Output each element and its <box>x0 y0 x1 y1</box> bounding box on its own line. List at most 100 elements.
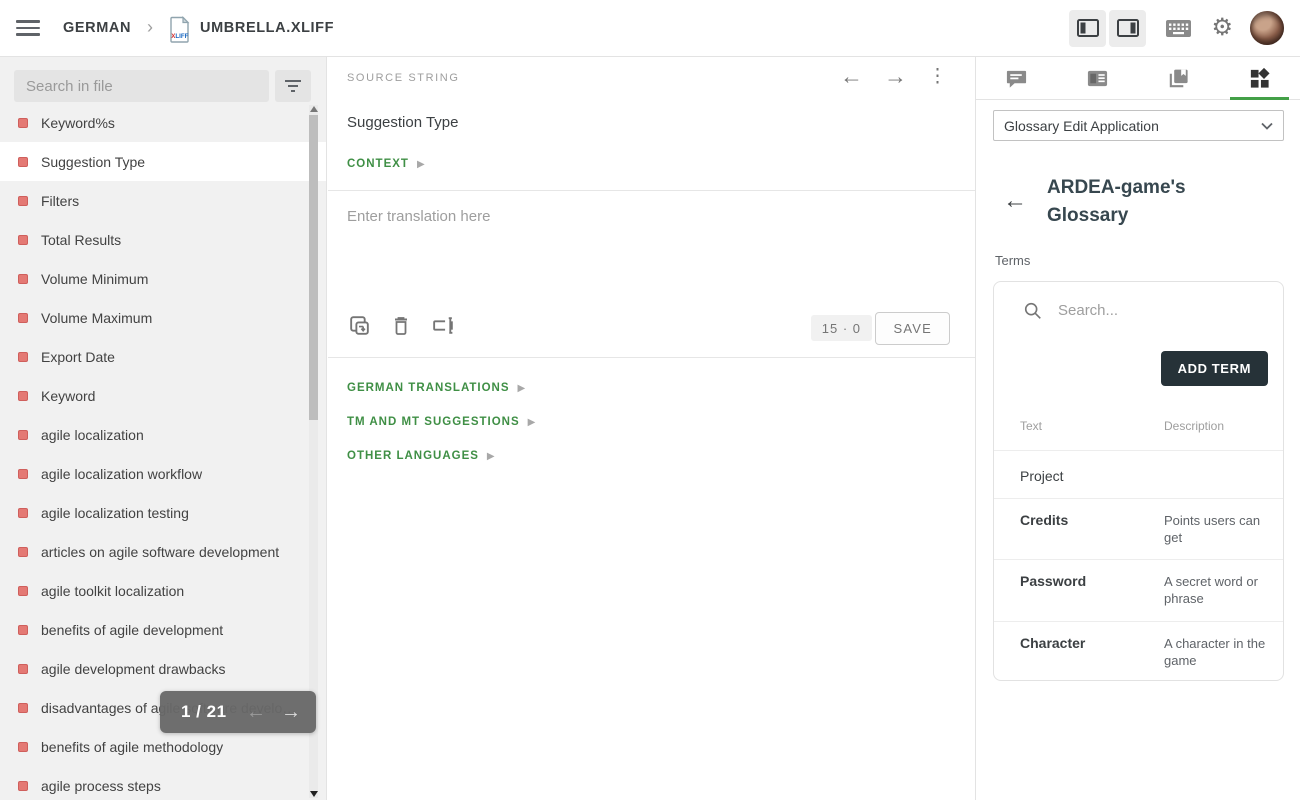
toggle-right-panel-button[interactable] <box>1109 10 1146 47</box>
copy-source-icon <box>347 313 372 338</box>
segment-item[interactable]: agile localization testing <box>0 493 326 532</box>
segment-status-icon <box>18 781 28 791</box>
segment-status-icon <box>18 508 28 518</box>
glossary-term-description: A character in the game <box>1164 635 1274 669</box>
glossary-panel: Glossary Edit Application ← ARDEA-game's… <box>975 57 1300 800</box>
segment-item[interactable]: Total Results <box>0 220 326 259</box>
segment-label: agile development drawbacks <box>41 661 251 677</box>
search-in-file-input[interactable] <box>14 70 269 102</box>
divider <box>328 190 975 191</box>
segment-item[interactable]: agile toolkit localization <box>0 571 326 610</box>
context-toggle[interactable]: CONTEXT ▶ <box>347 158 425 170</box>
source-string-label: SOURCE STRING <box>347 72 459 84</box>
scroll-down-icon[interactable] <box>310 791 318 797</box>
rename-field-button[interactable] <box>430 313 456 338</box>
segment-item[interactable]: agile localization workflow <box>0 454 326 493</box>
segment-item[interactable]: articles on agile software development <box>0 532 326 571</box>
expand-marker-icon: ▶ <box>487 451 495 462</box>
segment-label: benefits of agile development <box>41 622 249 638</box>
filter-button[interactable] <box>275 70 311 102</box>
previous-page-icon[interactable]: ← <box>246 701 266 724</box>
column-header-text: Text <box>1020 419 1042 433</box>
translation-placeholder[interactable]: Enter translation here <box>347 208 490 225</box>
comment-icon <box>1005 67 1028 90</box>
scroll-up-icon[interactable] <box>310 106 318 112</box>
breadcrumb-chevron-icon: › <box>147 17 153 38</box>
settings-gear-icon[interactable]: ⚙ <box>1211 16 1233 40</box>
segment-label: Keyword%s <box>41 115 141 131</box>
terms-label: Terms <box>995 253 1030 268</box>
more-options-icon[interactable]: ⋮ <box>928 65 947 88</box>
section-toggle[interactable]: TM AND MT SUGGESTIONS ▶ <box>347 405 535 439</box>
segment-item[interactable]: Suggestion Type <box>0 142 326 181</box>
search-icon <box>1023 301 1043 321</box>
reader-card-icon <box>1086 67 1109 90</box>
tab-segment-info[interactable] <box>1057 57 1138 99</box>
segment-item[interactable]: agile localization <box>0 415 326 454</box>
segment-label: Total Results <box>41 232 147 248</box>
glossary-term-description: A secret word or phrase <box>1164 573 1274 607</box>
segment-item[interactable]: Volume Minimum <box>0 259 326 298</box>
segment-status-icon <box>18 274 28 284</box>
glossary-back-icon[interactable]: ← <box>1003 187 1027 215</box>
segment-item[interactable]: agile process steps <box>0 766 326 800</box>
segment-status-icon <box>18 313 28 323</box>
segment-status-icon <box>18 352 28 362</box>
toggle-left-panel-button[interactable] <box>1069 10 1106 47</box>
segment-item[interactable]: Keyword%s <box>0 103 326 142</box>
copy-source-button[interactable] <box>347 313 372 338</box>
breadcrumb-language[interactable]: GERMAN <box>63 20 131 36</box>
collections-bookmark-icon <box>1167 67 1190 90</box>
section-toggle[interactable]: OTHER LANGUAGES ▶ <box>347 439 535 473</box>
next-segment-icon[interactable]: → <box>884 63 907 90</box>
segment-label: Keyword <box>41 388 121 404</box>
delete-translation-button[interactable] <box>389 313 413 338</box>
glossary-term[interactable]: Character <box>1020 635 1085 651</box>
tab-comments[interactable] <box>976 57 1057 99</box>
section-toggle[interactable]: GERMAN TRANSLATIONS▶ <box>347 371 535 405</box>
segment-status-icon <box>18 118 28 128</box>
tab-translation-memory[interactable] <box>1138 57 1219 99</box>
glossary-term[interactable]: Credits <box>1020 512 1068 528</box>
segment-item[interactable]: Export Date <box>0 337 326 376</box>
save-button[interactable]: SAVE <box>875 312 950 345</box>
segment-item[interactable]: agile development drawbacks <box>0 649 326 688</box>
expand-marker-icon: ▶ <box>417 159 425 170</box>
tab-apps-glossary[interactable] <box>1219 57 1300 99</box>
trash-icon <box>389 313 413 338</box>
segment-item[interactable]: Keyword <box>0 376 326 415</box>
segment-item[interactable]: Filters <box>0 181 326 220</box>
divider <box>328 357 975 358</box>
segment-label: Volume Maximum <box>41 310 178 326</box>
chevron-down-icon <box>1261 122 1273 130</box>
left-panel-icon <box>1076 17 1100 39</box>
section-label: OTHER LANGUAGES <box>347 450 479 462</box>
editor-sections: GERMAN TRANSLATIONS▶TM AND MT SUGGESTION… <box>347 371 535 473</box>
add-term-button[interactable]: ADD TERM <box>1161 351 1268 386</box>
section-label: GERMAN TRANSLATIONS <box>347 382 510 394</box>
character-counter: 15 · 0 <box>811 315 872 341</box>
menu-icon[interactable] <box>16 20 40 36</box>
keyboard-shortcuts-button[interactable] <box>1165 19 1192 38</box>
previous-segment-icon[interactable]: ← <box>840 63 863 90</box>
filter-icon <box>284 79 302 93</box>
glossary-search-input[interactable] <box>1058 296 1238 324</box>
segment-status-icon <box>18 430 28 440</box>
glossary-app-select[interactable]: Glossary Edit Application <box>993 110 1284 141</box>
segment-status-icon <box>18 391 28 401</box>
divider <box>994 450 1283 451</box>
scrollbar-thumb[interactable] <box>309 115 318 420</box>
section-label: TM AND MT SUGGESTIONS <box>347 416 520 428</box>
segment-item[interactable]: benefits of agile development <box>0 610 326 649</box>
divider <box>994 559 1283 560</box>
expand-marker-icon: ▶ <box>528 417 536 428</box>
segment-label: articles on agile software development <box>41 544 305 560</box>
svg-text:XLIFF: XLIFF <box>171 33 188 40</box>
segment-label: Volume Minimum <box>41 271 174 287</box>
keyboard-icon <box>1165 19 1192 38</box>
user-avatar[interactable] <box>1250 11 1284 45</box>
segment-label: benefits of agile methodology <box>41 739 249 755</box>
segment-item[interactable]: Volume Maximum <box>0 298 326 337</box>
glossary-term[interactable]: Password <box>1020 573 1086 589</box>
next-page-icon[interactable]: → <box>281 701 301 724</box>
